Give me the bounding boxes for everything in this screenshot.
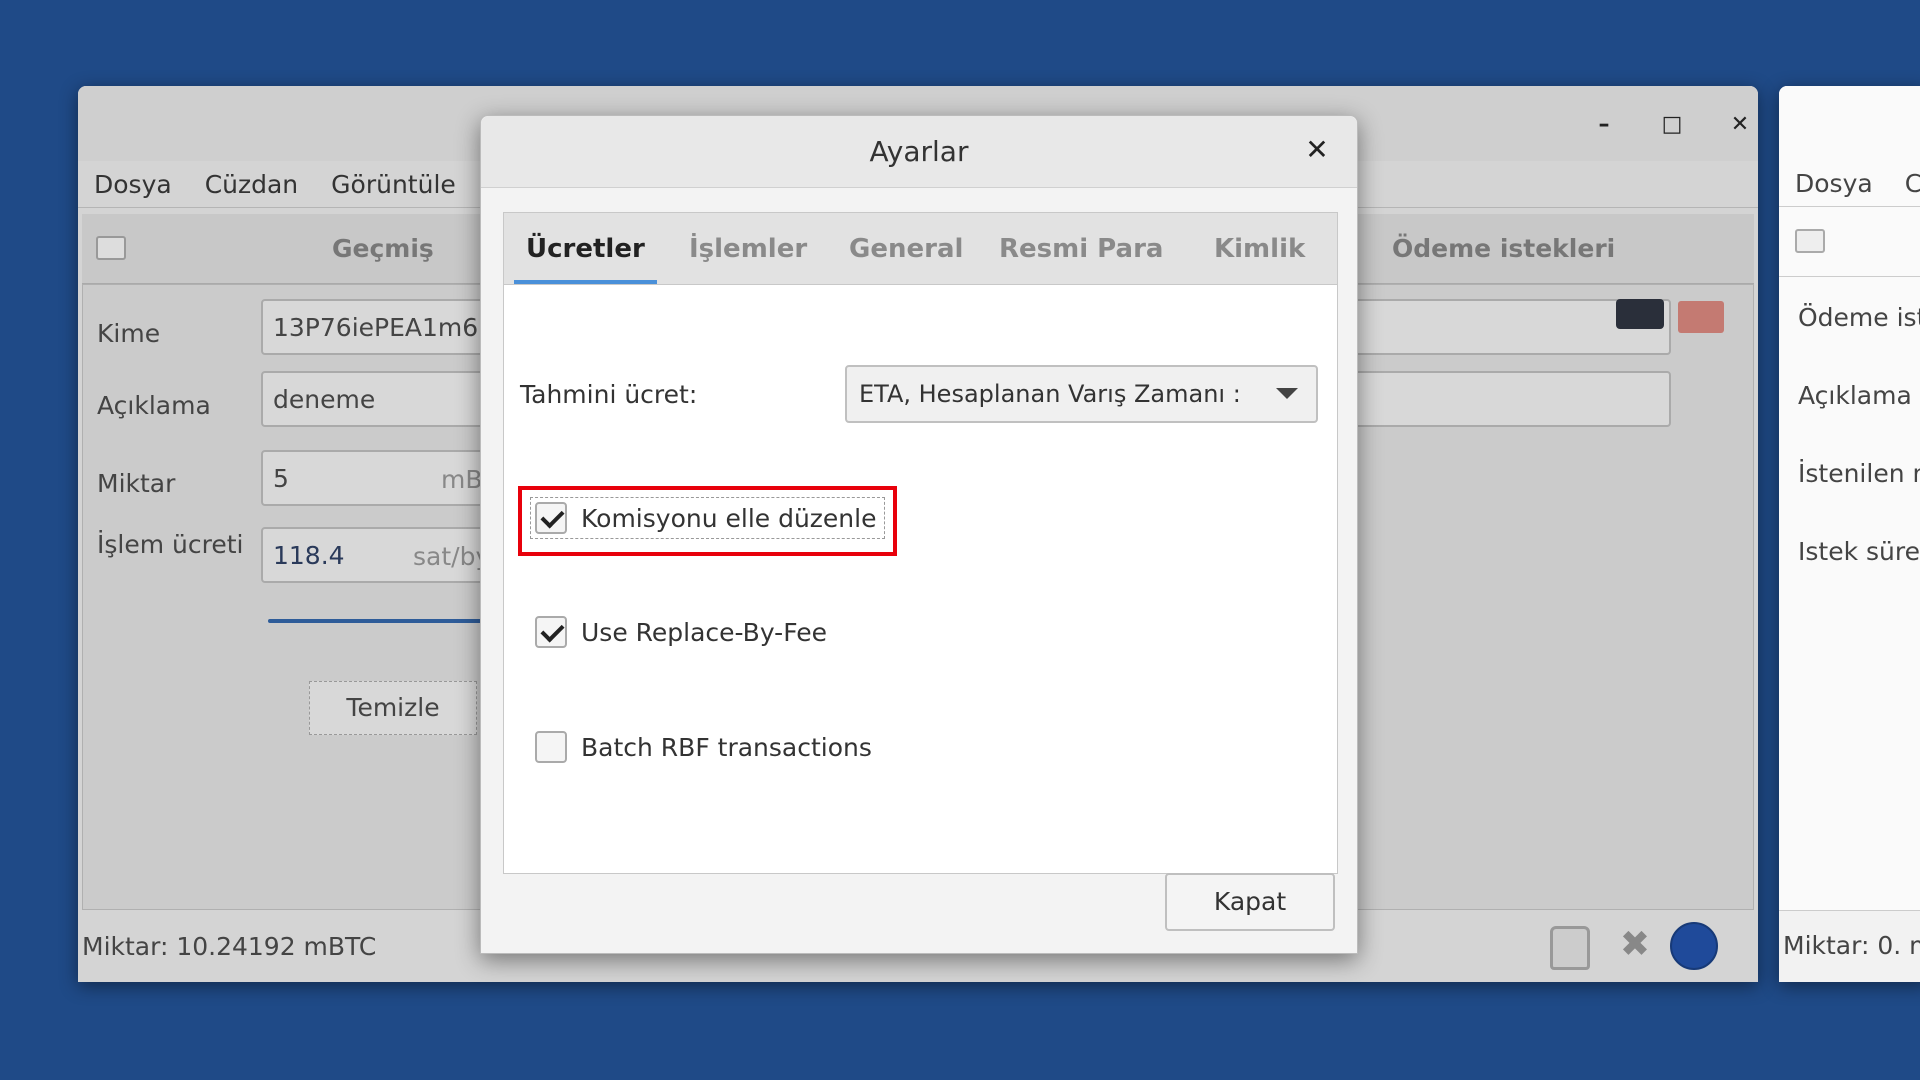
tab-history[interactable]: Geçmiş — [332, 234, 434, 263]
tab-transactions[interactable]: İşlemler — [689, 213, 807, 285]
menu-dosya-2[interactable]: Dosya — [1795, 169, 1873, 198]
manual-fee-row[interactable]: Komisyonu elle düzenle — [530, 497, 886, 539]
menu-goruntule[interactable]: Görüntüle — [331, 170, 456, 199]
menu-cuzdan-2[interactable]: C — [1905, 169, 1920, 198]
dialog-titlebar: Ayarlar ✕ — [481, 116, 1357, 188]
history-icon — [96, 236, 126, 260]
menu-cuzdan[interactable]: Cüzdan — [205, 170, 298, 199]
close-button[interactable]: Kapat — [1165, 873, 1335, 931]
tools-icon[interactable]: ✖ — [1620, 924, 1650, 965]
fee-label: İşlem ücreti — [97, 530, 244, 559]
secondary-window: Dosya C Ödeme ist Açıklama İstenilen m I… — [1779, 86, 1920, 982]
tab-identity[interactable]: Kimlik — [1214, 213, 1305, 285]
batch-rbf-label: Batch RBF transactions — [581, 732, 872, 762]
maximize-icon[interactable]: □ — [1654, 106, 1690, 142]
fee-estimate-label: Tahmini ücret: — [520, 380, 698, 409]
folder-icon[interactable] — [1678, 301, 1724, 333]
tab-fees[interactable]: Ücretler — [514, 213, 657, 285]
fees-page: Tahmini ücret: ETA, Hesaplanan Varış Zam… — [503, 284, 1338, 874]
settings-dialog: Ayarlar ✕ Ücretler İşlemler General Resm… — [480, 115, 1358, 954]
network-status-icon[interactable] — [1670, 922, 1718, 970]
lock-icon[interactable] — [1550, 926, 1590, 970]
amount-unit: mB — [441, 465, 483, 494]
secondary-menubar: Dosya C — [1779, 160, 1920, 207]
tab-fiat[interactable]: Resmi Para — [999, 213, 1163, 285]
close-icon[interactable]: ✕ — [1722, 106, 1758, 142]
batch-rbf-row[interactable]: Batch RBF transactions — [535, 731, 872, 763]
fee-estimate-value: ETA, Hesaplanan Varış Zamanı : — [859, 380, 1241, 408]
secondary-titlebar — [1779, 86, 1920, 160]
manual-fee-checkbox[interactable] — [535, 502, 567, 534]
rbf-row[interactable]: Use Replace-By-Fee — [535, 616, 827, 648]
fee-estimate-select[interactable]: ETA, Hesaplanan Varış Zamanı : — [845, 365, 1318, 423]
secondary-status: Miktar: 0. m — [1779, 910, 1920, 982]
dialog-title: Ayarlar — [869, 135, 969, 168]
tab-general[interactable]: General — [849, 213, 963, 285]
camera-icon[interactable] — [1616, 299, 1664, 329]
clear-button[interactable]: Temizle — [309, 681, 477, 735]
dialog-tabbar: Ücretler İşlemler General Resmi Para Kim… — [503, 212, 1338, 285]
amount-label: Miktar — [97, 469, 176, 498]
dialog-close-icon[interactable]: ✕ — [1297, 130, 1337, 170]
chevron-down-icon — [1276, 388, 1298, 399]
to-label: Kime — [97, 319, 161, 348]
fee-unit: sat/by — [413, 542, 491, 571]
focus-ring: Komisyonu elle düzenle — [530, 497, 886, 539]
rbf-checkbox[interactable] — [535, 616, 567, 648]
request-expiry-label: Istek süres — [1798, 537, 1920, 566]
desc-label: Açıklama — [97, 391, 211, 420]
batch-rbf-checkbox[interactable] — [535, 731, 567, 763]
secondary-tabbar — [1779, 207, 1920, 277]
desc-label-2: Açıklama — [1798, 381, 1912, 410]
balance-status: Miktar: 10.24192 mBTC — [82, 931, 377, 961]
minimize-icon[interactable]: – — [1586, 106, 1622, 142]
history-icon-2 — [1795, 229, 1825, 253]
manual-fee-label: Komisyonu elle düzenle — [581, 503, 877, 533]
requested-amount-label: İstenilen m — [1798, 459, 1920, 488]
request-label: Ödeme ist — [1798, 303, 1920, 332]
menu-dosya[interactable]: Dosya — [94, 170, 172, 199]
tab-requests[interactable]: Ödeme istekleri — [1392, 234, 1615, 263]
rbf-label: Use Replace-By-Fee — [581, 617, 827, 647]
